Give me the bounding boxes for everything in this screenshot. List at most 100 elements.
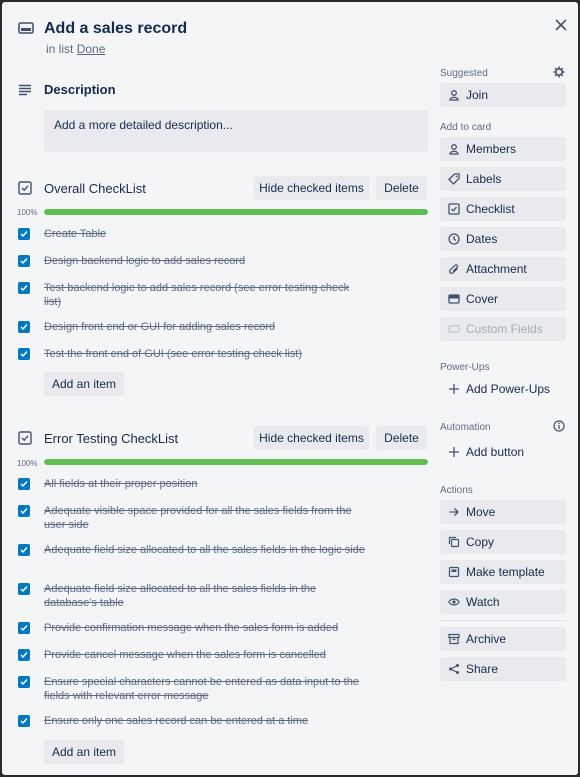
item-text[interactable]: Test the front end of GUI (see error tes…: [44, 347, 368, 361]
dates-button[interactable]: Dates: [440, 227, 566, 251]
item-text[interactable]: Create Table: [44, 227, 368, 241]
description-input[interactable]: Add a more detailed description...: [44, 110, 428, 152]
item-checkbox[interactable]: [18, 282, 30, 294]
share-button[interactable]: Share: [440, 657, 566, 681]
custom-fields-icon: [448, 323, 460, 335]
automation-label: Automation: [440, 422, 491, 433]
make-template-button[interactable]: Make template: [440, 560, 566, 584]
check-icon: [20, 508, 28, 515]
check-icon: [20, 285, 28, 292]
item-checkbox[interactable]: [18, 622, 30, 634]
custom-fields-button[interactable]: Custom Fields: [440, 317, 566, 341]
item-checkbox[interactable]: [18, 255, 30, 267]
plus-icon: [448, 446, 460, 458]
item-checkbox[interactable]: [18, 649, 30, 661]
card-detail-modal: Add a sales record in list Done Descript…: [2, 2, 578, 775]
check-icon: [20, 481, 28, 488]
check-icon: [20, 324, 28, 331]
check-icon: [20, 625, 28, 632]
share-icon: [448, 663, 460, 675]
gear-icon[interactable]: [553, 66, 565, 78]
sidebar-divider: [440, 620, 566, 621]
cover-label: Cover: [466, 292, 499, 306]
template-icon: [448, 566, 460, 578]
add-button-button[interactable]: Add button: [440, 440, 566, 464]
item-checkbox[interactable]: [18, 228, 30, 240]
info-icon[interactable]: [553, 420, 565, 432]
close-button[interactable]: [550, 14, 572, 36]
progress-bar-fill: [44, 209, 428, 215]
progress-percent: 100%: [17, 208, 38, 217]
progress-bar: [44, 459, 428, 465]
check-icon: [20, 586, 28, 593]
checklist-button[interactable]: Checklist: [440, 197, 566, 221]
suggested-label: Suggested: [440, 68, 488, 79]
item-text[interactable]: Ensure special characters cannot be ente…: [44, 675, 368, 703]
move-button[interactable]: Move: [440, 500, 566, 524]
list-link[interactable]: Done: [77, 42, 106, 56]
item-text[interactable]: Adequate visible space provided for all …: [44, 504, 368, 532]
attachment-label: Attachment: [466, 262, 527, 276]
check-icon: [20, 231, 28, 238]
in-list-prefix: in list: [46, 42, 74, 56]
attachment-button[interactable]: Attachment: [440, 257, 566, 281]
custom-fields-label: Custom Fields: [466, 322, 543, 336]
item-text[interactable]: Adequate field size allocated to all the…: [44, 582, 368, 610]
cover-icon: [448, 293, 460, 305]
item-text[interactable]: Design front end or GUI for adding sales…: [44, 320, 368, 334]
check-icon: [20, 718, 28, 725]
add-powerups-button[interactable]: Add Power-Ups: [440, 377, 566, 401]
item-text[interactable]: Provide cancel message when the sales fo…: [44, 648, 368, 662]
copy-label: Copy: [466, 535, 495, 549]
checklist-icon: [18, 181, 32, 195]
item-checkbox[interactable]: [18, 348, 30, 360]
watch-button[interactable]: Watch: [440, 590, 566, 614]
checklist-title[interactable]: Error Testing CheckList: [44, 431, 178, 446]
item-checkbox[interactable]: [18, 321, 30, 333]
cover-button[interactable]: Cover: [440, 287, 566, 311]
checklist-icon: [18, 431, 32, 445]
powerups-label: Power-Ups: [440, 362, 490, 373]
checklist-label: Checklist: [466, 202, 515, 216]
labels-button[interactable]: Labels: [440, 167, 566, 191]
item-checkbox[interactable]: [18, 544, 30, 556]
item-text[interactable]: Provide confirmation message when the sa…: [44, 621, 368, 635]
add-item-button[interactable]: Add an item: [44, 372, 124, 396]
description-heading: Description: [44, 82, 116, 97]
watch-label: Watch: [466, 595, 500, 609]
arrow-right-icon: [448, 506, 460, 518]
hide-checked-items-button[interactable]: Hide checked items: [254, 176, 369, 200]
item-checkbox[interactable]: [18, 583, 30, 595]
checklist-title[interactable]: Overall CheckList: [44, 181, 146, 196]
paperclip-icon: [448, 263, 460, 275]
item-checkbox[interactable]: [18, 505, 30, 517]
item-text[interactable]: Test backend logic to add sales record (…: [44, 281, 368, 309]
check-icon: [20, 652, 28, 659]
check-icon: [20, 547, 28, 554]
item-checkbox[interactable]: [18, 478, 30, 490]
item-text[interactable]: Ensure only one sales record can be ente…: [44, 714, 368, 728]
item-text[interactable]: All fields at their proper position: [44, 477, 368, 491]
person-icon: [448, 143, 460, 155]
archive-button[interactable]: Archive: [440, 627, 566, 651]
archive-icon: [448, 633, 460, 645]
join-button[interactable]: Join: [440, 83, 566, 107]
copy-button[interactable]: Copy: [440, 530, 566, 554]
item-text[interactable]: Adequate field size allocated to all the…: [44, 543, 368, 557]
dates-label: Dates: [466, 232, 498, 246]
checklist-icon: [448, 203, 460, 215]
add-item-button[interactable]: Add an item: [44, 740, 124, 764]
hide-checked-items-button[interactable]: Hide checked items: [254, 426, 369, 450]
delete-checklist-button[interactable]: Delete: [376, 426, 427, 450]
card-title[interactable]: Add a sales record: [44, 20, 187, 38]
archive-label: Archive: [466, 632, 507, 646]
item-text[interactable]: Design backend logic to add sales record: [44, 254, 368, 268]
item-checkbox[interactable]: [18, 676, 30, 688]
members-button[interactable]: Members: [440, 137, 566, 161]
copy-icon: [448, 536, 460, 548]
person-icon: [448, 89, 460, 101]
delete-checklist-button[interactable]: Delete: [376, 176, 427, 200]
clock-icon: [448, 233, 460, 245]
item-checkbox[interactable]: [18, 715, 30, 727]
labels-label: Labels: [466, 172, 502, 186]
